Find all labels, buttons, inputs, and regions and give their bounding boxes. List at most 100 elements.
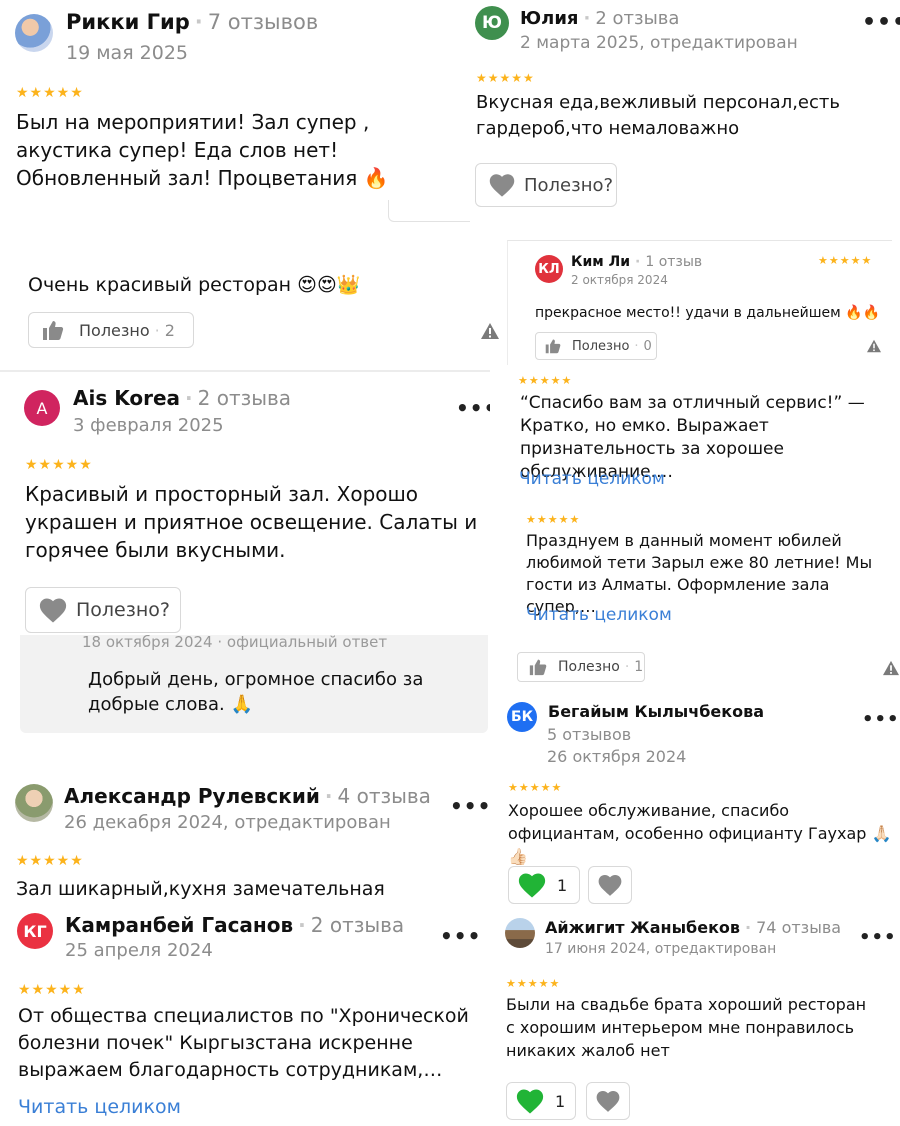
avatar[interactable]: A (24, 390, 60, 426)
helpful-count: 2 (164, 320, 175, 340)
heart-icon (39, 598, 67, 623)
review-text: прекрасное место!! удачи в дальнейшем 🔥🔥 (535, 305, 881, 321)
review-text: Красивый и просторный зал. Хорошо украше… (25, 482, 478, 562)
review-date: 17 июня 2024, отредактирован (545, 941, 777, 957)
green-heart-icon (516, 1089, 544, 1114)
like-count: 1 (557, 875, 568, 895)
helpful-label: Полезно? (76, 599, 170, 621)
helpful-label: Полезно (79, 320, 150, 340)
review-count: 2 отзыва (197, 386, 292, 410)
review-count: 2 отзыва (310, 913, 405, 937)
avatar[interactable] (15, 784, 53, 822)
rating-stars: ★★★★★ (18, 982, 86, 998)
thumb-up-icon (545, 339, 561, 354)
review-card-beautiful: Очень красивый ресторан 😍😍👑 Полезно · 2 (10, 240, 510, 362)
review-date: 2 октября 2024 (571, 273, 668, 287)
more-dots-icon[interactable]: ••• (450, 796, 490, 816)
reply-text: Добрый день, огромное спасибо за добрые … (88, 669, 424, 715)
rating-stars: ★★★★★ (506, 977, 561, 990)
review-count: 5 отзывов (547, 725, 632, 744)
like-button[interactable]: 1 (506, 1082, 576, 1120)
rating-stars: ★★★★★ (25, 457, 93, 473)
thumb-up-icon (529, 659, 547, 676)
more-dots-icon[interactable]: ••• (862, 711, 900, 729)
review-count: 7 отзывов (207, 10, 319, 34)
read-more-link[interactable]: Читать целиком (526, 605, 672, 625)
helpful-button[interactable]: Полезно · 2 (28, 312, 194, 348)
reply-meta: 18 октября 2024 · официальный ответ (82, 633, 388, 651)
more-dots-icon[interactable]: ••• (440, 926, 481, 946)
helpful-button[interactable]: Полезно · 0 (535, 332, 657, 360)
reviewer-name[interactable]: Юлия · 2 отзыва (520, 8, 679, 29)
warning-icon[interactable] (480, 322, 500, 340)
review-date: 26 октября 2024 (547, 747, 687, 766)
review-card-kimli: КЛ Ким Ли · 1 отзыв 2 октября 2024 ★★★★★ п… (507, 240, 892, 365)
review-count: 74 отзыва (756, 918, 842, 937)
review-text: Зал шикарный,кухня замечательная (16, 878, 385, 900)
dislike-button[interactable] (588, 866, 632, 904)
review-text: Был на мероприятии! Зал супер , акустика… (16, 110, 389, 190)
review-text: Хорошее обслуживание, спасибо официантам… (508, 801, 892, 866)
review-date: 3 февраля 2025 (73, 415, 224, 436)
helpful-label: Полезно? (524, 174, 614, 196)
review-card-ais: A Ais Korea·2 отзыва 3 февраля 2025 ••• … (0, 370, 490, 750)
like-count: 1 (555, 1091, 566, 1111)
reviewer-name[interactable]: Камранбей Гасанов · 2 отзыва (65, 913, 404, 937)
review-card-begaiym: БК Бегайым Кылычбекова 5 отзывов 26 октя… (500, 692, 900, 910)
avatar[interactable]: БК (507, 702, 537, 732)
reviewer-name[interactable]: Айжигит Жаныбеков · 74 отзыва (545, 918, 841, 937)
green-heart-icon (518, 873, 546, 898)
heart-icon (598, 875, 622, 896)
reviewer-name[interactable]: Бегайым Кылычбекова (548, 702, 764, 721)
like-button[interactable]: 1 (508, 866, 580, 904)
review-count: 2 отзыва (595, 8, 680, 29)
reviewer-name[interactable]: Ким Ли · 1 отзыв (571, 254, 702, 270)
reviewer-name[interactable]: Александр Рулевский · 4 отзыва (64, 784, 431, 808)
avatar[interactable] (505, 918, 535, 948)
helpful-button[interactable]: Полезно? (475, 163, 617, 207)
review-card-thanks: ★★★★★ “Спасибо вам за отличный сервис!” … (512, 370, 900, 488)
rating-stars: ★★★★★ (508, 781, 563, 794)
rating-stars: ★★★★★ (476, 71, 535, 85)
review-count: 1 отзыв (645, 254, 703, 270)
review-text: Вкусная еда,вежливый персонал,есть гарде… (476, 92, 840, 139)
avatar[interactable] (15, 14, 53, 52)
read-more-link[interactable]: Читать целиком (18, 1096, 181, 1118)
review-card-jubilee: ★★★★★ Празднуем в данный момент юбилей л… (492, 500, 900, 692)
owner-reply: 18 октября 2024 · официальный ответ Добр… (20, 633, 488, 733)
read-more-link[interactable]: Читать целиком (519, 469, 665, 488)
heart-icon (596, 1091, 620, 1112)
review-text: От общества специалистов по "Хронической… (18, 1005, 469, 1081)
rating-stars: ★★★★★ (518, 374, 573, 387)
review-date: 19 мая 2025 (66, 42, 189, 64)
rating-stars: ★★★★★ (818, 254, 873, 267)
review-card-kamranbey: КГ Камранбей Гасанов · 2 отзыва 25 апреля … (0, 905, 490, 1126)
review-text: Очень красивый ресторан 😍😍👑 (28, 274, 361, 296)
reviewer-name[interactable]: Рикки Гир · 7 отзывов (66, 10, 318, 34)
avatar[interactable]: Ю (475, 6, 509, 40)
warning-icon[interactable] (866, 339, 882, 353)
thumb-up-icon (43, 321, 64, 340)
review-card-yulia: Ю Юлия · 2 отзыва 2 марта 2025, отредактир… (470, 0, 900, 235)
reviewer-name[interactable]: Ais Korea · 2 отзыва (73, 386, 291, 410)
more-dots-icon[interactable]: ••• (456, 398, 490, 418)
avatar[interactable]: КГ (17, 913, 53, 949)
review-card-rikki: Рикки Гир · 7 отзывов 19 мая 2025 ★★★★★ Бы… (0, 0, 470, 215)
avatar[interactable]: КЛ (535, 255, 563, 283)
helpful-button[interactable]: Полезно · 1 (517, 652, 645, 682)
helpful-label: Полезно (558, 659, 620, 675)
review-count: 4 отзыва (337, 784, 431, 808)
rating-stars: ★★★★★ (16, 853, 84, 869)
review-date: 25 апреля 2024 (65, 940, 213, 961)
helpful-button[interactable]: Полезно? (25, 587, 181, 633)
more-dots-icon[interactable]: ••• (859, 929, 897, 947)
more-dots-icon[interactable]: ••• (862, 12, 900, 34)
rating-stars: ★★★★★ (526, 513, 581, 526)
dislike-button[interactable] (586, 1082, 630, 1120)
helpful-count: 1 (634, 659, 644, 675)
review-card-alexander: Александр Рулевский · 4 отзыва 26 декабря … (0, 770, 490, 908)
warning-icon[interactable] (882, 660, 900, 676)
heart-icon (489, 174, 515, 197)
review-date: 2 марта 2025, отредактирован (520, 33, 798, 53)
review-date: 26 декабря 2024, отредактирован (64, 812, 391, 833)
